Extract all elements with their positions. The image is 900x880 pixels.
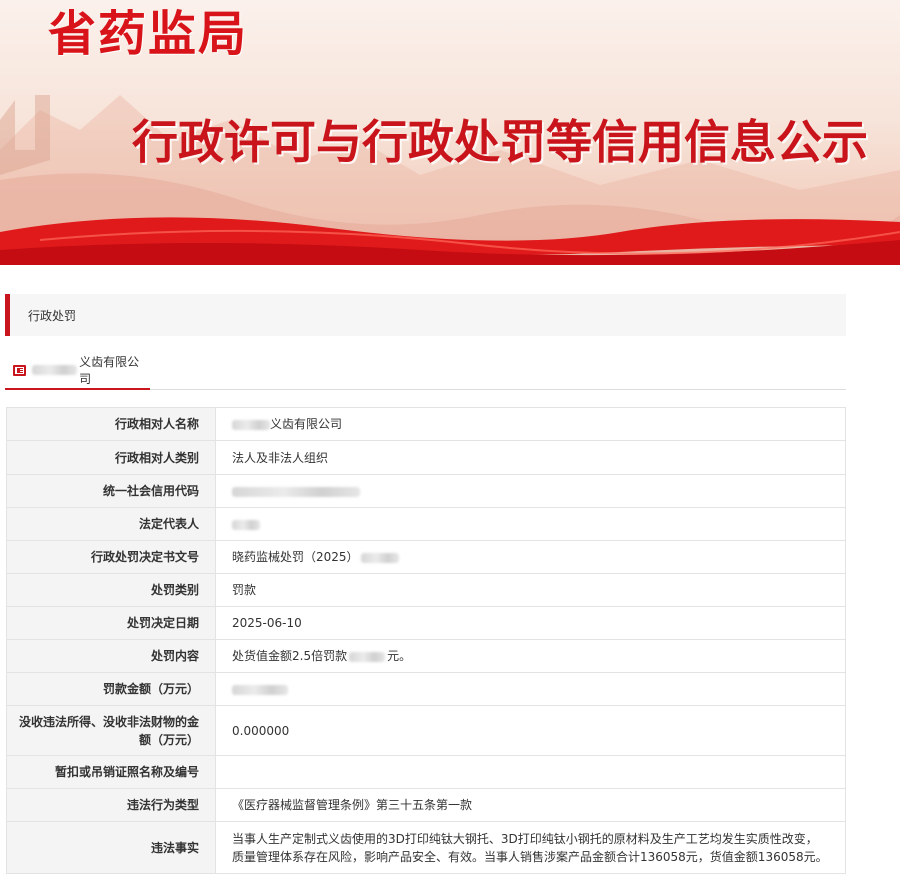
tab-company-suffix: 义齿有限公司: [79, 355, 140, 386]
row-value: 当事人生产定制式义齿使用的3D打印纯钛大钢托、3D打印纯钛小钢托的原材料及生产工…: [215, 821, 846, 874]
table-row: 行政处罚决定书文号 晓药监械处罚（2025）: [6, 540, 846, 574]
tab-company[interactable]: 义齿有限公司: [5, 352, 150, 390]
table-row: 行政相对人名称 义齿有限公司: [6, 407, 846, 441]
row-key: 处罚决定日期: [6, 606, 216, 640]
redacted-text: [232, 684, 288, 695]
row-value: [215, 755, 846, 789]
section-header: 行政处罚: [5, 294, 846, 336]
table-row: 暂扣或吊销证照名称及编号: [6, 755, 846, 789]
row-value: [215, 507, 846, 541]
row-key: 行政相对人类别: [6, 440, 216, 475]
table-row: 违法行为类型 《医疗器械监督管理条例》第三十五条第一款: [6, 788, 846, 822]
penalty-content-value: 处货值金额2.5倍罚款: [232, 649, 348, 663]
table-row: 罚款金额（万元）: [6, 672, 846, 706]
row-key: 处罚内容: [6, 639, 216, 673]
table-row: 违法事实 当事人生产定制式义齿使用的3D打印纯钛大钢托、3D打印纯钛小钢托的原材…: [6, 821, 846, 874]
row-key: 没收违法所得、没收非法财物的金额（万元）: [6, 705, 216, 756]
tab-company-name: 义齿有限公司: [31, 353, 150, 387]
row-value: 处货值金额2.5倍罚款 元。: [215, 639, 846, 673]
table-row: 行政相对人类别 法人及非法人组织: [6, 440, 846, 475]
redacted-text: [232, 519, 260, 530]
penalty-info-table: 行政相对人名称 义齿有限公司 行政相对人类别 法人及非法人组织 统一社会信用代码…: [6, 407, 846, 874]
row-key: 处罚类别: [6, 573, 216, 607]
row-key: 暂扣或吊销证照名称及编号: [6, 755, 216, 789]
table-row: 没收违法所得、没收非法财物的金额（万元） 0.000000: [6, 705, 846, 756]
row-value: 法人及非法人组织: [215, 440, 846, 475]
redacted-text: [349, 651, 386, 662]
table-row: 处罚类别 罚款: [6, 573, 846, 607]
banner-headline: 行政许可与行政处罚等信用信息公示: [132, 115, 868, 169]
redacted-text: [232, 486, 360, 497]
company-name-value: 义齿有限公司: [270, 417, 343, 431]
row-value: [215, 672, 846, 706]
agency-logo-text: 省药监局: [48, 6, 249, 62]
row-value: 2025-06-10: [215, 606, 846, 640]
row-key: 统一社会信用代码: [6, 474, 216, 508]
row-value: 《医疗器械监督管理条例》第三十五条第一款: [215, 788, 846, 822]
tab-bar: 义齿有限公司: [5, 352, 846, 390]
row-value: 0.000000: [215, 705, 846, 756]
row-value: 义齿有限公司: [215, 407, 846, 441]
decision-number-value: 晓药监械处罚（2025）: [232, 550, 359, 564]
row-value: [215, 474, 846, 508]
header-banner: 省药监局 行政许可与行政处罚等信用信息公示: [0, 0, 900, 265]
redacted-text: [360, 552, 399, 563]
row-value: 罚款: [215, 573, 846, 607]
table-row: 统一社会信用代码: [6, 474, 846, 508]
redacted-company-name: [31, 365, 78, 375]
row-key: 法定代表人: [6, 507, 216, 541]
row-key: 罚款金额（万元）: [6, 672, 216, 706]
row-key: 行政处罚决定书文号: [6, 540, 216, 574]
row-key: 违法行为类型: [6, 788, 216, 822]
row-key: 违法事实: [6, 821, 216, 874]
row-key: 行政相对人名称: [6, 407, 216, 441]
row-value: 晓药监械处罚（2025）: [215, 540, 846, 574]
section-title: 行政处罚: [28, 309, 77, 323]
redacted-text: [232, 419, 270, 430]
table-row: 法定代表人: [6, 507, 846, 541]
penalty-content-suffix: 元。: [387, 649, 412, 663]
table-row: 处罚内容 处货值金额2.5倍罚款 元。: [6, 639, 846, 673]
table-row: 处罚决定日期 2025-06-10: [6, 606, 846, 640]
id-card-icon: [13, 364, 26, 376]
